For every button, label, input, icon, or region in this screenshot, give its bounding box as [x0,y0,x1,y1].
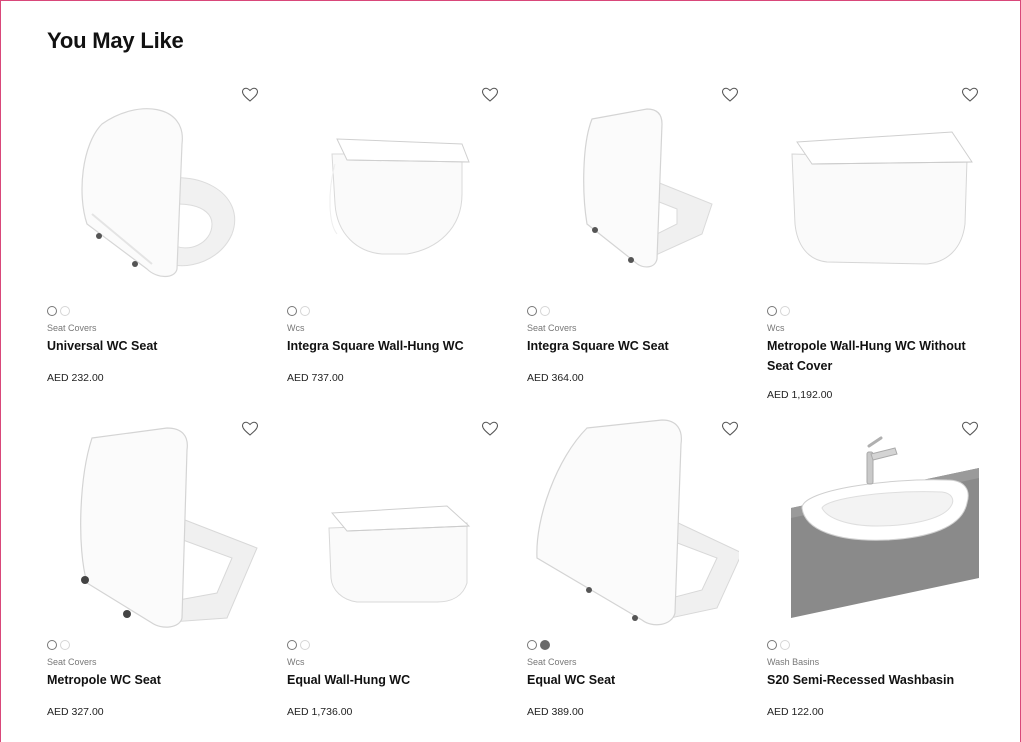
wishlist-heart-icon[interactable] [481,86,499,104]
color-swatch-white[interactable] [780,640,790,650]
color-swatch-white[interactable] [287,640,297,650]
product-category: Wcs [287,657,305,667]
wall-hung-wc-icon [329,138,470,255]
color-swatch-white[interactable] [767,306,777,316]
product-name[interactable]: Equal Wall-Hung WC [287,670,507,690]
product-name[interactable]: Universal WC Seat [47,336,267,356]
wishlist-heart-icon[interactable] [721,420,739,438]
product-image[interactable] [767,84,979,304]
product-category: Seat Covers [527,323,577,333]
color-swatch-white[interactable] [780,306,790,316]
product-price: AED 737.00 [287,372,344,384]
color-swatch-white[interactable] [47,640,57,650]
color-swatches [767,640,790,650]
product-name[interactable]: Integra Square WC Seat [527,336,747,356]
product-image[interactable] [287,418,499,638]
color-swatches [527,306,550,316]
section-title: You May Like [47,28,184,53]
product-image[interactable] [767,418,979,638]
product-card[interactable]: Wcs Integra Square Wall-Hung WC AED 737.… [287,84,499,402]
wishlist-heart-icon[interactable] [721,86,739,104]
color-swatches [287,640,310,650]
product-price: AED 1,736.00 [287,706,353,718]
product-category: Wash Basins [767,657,820,667]
product-card[interactable]: Seat Covers Equal WC Seat AED 389.00 [527,418,739,736]
product-name[interactable]: S20 Semi-Recessed Washbasin [767,670,987,690]
color-swatch-white[interactable] [527,306,537,316]
color-swatch-white[interactable] [767,640,777,650]
washbasin-icon [791,436,979,618]
wc-seat-icon [536,419,739,626]
color-swatch-grey[interactable] [540,640,550,650]
product-card[interactable]: Wcs Metropole Wall-Hung WC Without Seat … [767,84,979,402]
product-price: AED 1,192.00 [767,389,833,401]
color-swatch-white[interactable] [60,640,70,650]
product-category: Seat Covers [47,323,97,333]
color-swatches [527,640,550,650]
product-price: AED 232.00 [47,372,104,384]
product-category: Seat Covers [47,657,97,667]
wishlist-heart-icon[interactable] [961,86,979,104]
product-name[interactable]: Equal WC Seat [527,670,747,690]
product-image[interactable] [527,418,739,638]
wishlist-heart-icon[interactable] [961,420,979,438]
wall-hung-wc-icon [328,505,471,603]
product-card[interactable]: Wash Basins S20 Semi-Recessed Washbasin … [767,418,979,736]
product-image[interactable] [47,84,259,304]
product-price: AED 327.00 [47,706,104,718]
product-name[interactable]: Integra Square Wall-Hung WC [287,336,507,356]
product-category: Seat Covers [527,657,577,667]
wishlist-heart-icon[interactable] [481,420,499,438]
color-swatch-white[interactable] [527,640,537,650]
wishlist-heart-icon[interactable] [241,420,259,438]
product-price: AED 364.00 [527,372,584,384]
product-category: Wcs [767,323,785,333]
color-swatch-white[interactable] [47,306,57,316]
product-card[interactable]: Seat Covers Metropole WC Seat AED 327.00 [47,418,259,736]
color-swatches [47,306,70,316]
product-name[interactable]: Metropole WC Seat [47,670,267,690]
product-price: AED 389.00 [527,706,584,718]
product-category: Wcs [287,323,305,333]
product-price: AED 122.00 [767,706,824,718]
color-swatches [767,306,790,316]
wc-seat-icon [80,427,258,628]
product-card[interactable]: Seat Covers Integra Square WC Seat AED 3… [527,84,739,402]
product-image[interactable] [527,84,739,304]
product-image[interactable] [287,84,499,304]
color-swatch-white[interactable] [287,306,297,316]
product-card[interactable]: Seat Covers Universal WC Seat AED 232.00 [47,84,259,402]
color-swatches [287,306,310,316]
wc-seat-icon [583,108,713,268]
color-swatch-white[interactable] [60,306,70,316]
color-swatches [47,640,70,650]
wall-hung-wc-icon [791,131,973,265]
color-swatch-white[interactable] [540,306,550,316]
color-swatch-white[interactable] [300,306,310,316]
product-name[interactable]: Metropole Wall-Hung WC Without Seat Cove… [767,336,987,376]
product-grid: Seat Covers Universal WC Seat AED 232.00… [47,84,987,736]
color-swatch-white[interactable] [300,640,310,650]
product-card[interactable]: Wcs Equal Wall-Hung WC AED 1,736.00 [287,418,499,736]
product-image[interactable] [47,418,259,638]
wc-seat-icon [81,108,236,278]
wishlist-heart-icon[interactable] [241,86,259,104]
